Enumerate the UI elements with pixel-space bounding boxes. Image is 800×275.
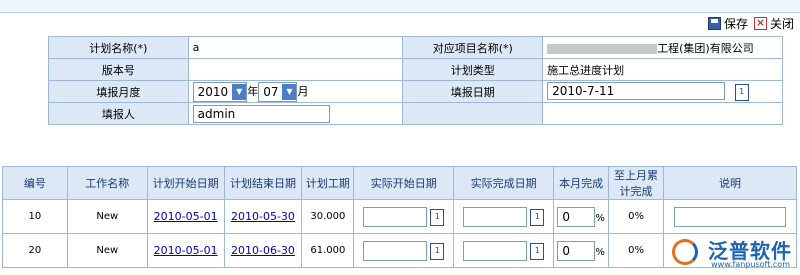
empty-value [542,102,783,125]
project-value: 工程(集团)有限公司 [542,36,783,59]
save-label: 保存 [723,16,748,31]
version-label: 版本号 [48,58,189,81]
row-id: 20 [2,233,68,268]
logo-mark-icon [672,239,698,265]
chevron-down-icon: ▼ [232,83,247,100]
version-value [187,58,404,81]
row-name: New [66,199,148,234]
row-actual-end: 1 [453,233,555,268]
month-done-input[interactable] [557,206,596,227]
col-header: 说明 [662,166,798,200]
project-value-text: 工程(集团)有限公司 [657,41,754,55]
calendar-icon[interactable]: 1 [530,209,545,226]
row-duration: 61.000 [301,233,355,268]
actual-end-input[interactable] [463,240,528,261]
row-month-done: % [553,199,610,234]
col-header: 工作名称 [66,166,148,200]
table-row: 10 New 2010-05-01 2010-05-30 30.000 1 1 … [2,199,798,234]
row-actual-start: 1 [353,233,455,268]
col-header: 本月完成 [553,166,610,200]
calendar-icon[interactable]: 1 [430,209,445,226]
month-suffix: 月 [297,84,309,98]
date-label: 填报日期 [402,80,544,103]
row-id: 10 [2,199,68,234]
year-value: 2010 [197,84,229,99]
calendar-icon[interactable]: 1 [430,243,445,260]
month-label: 填报月度 [48,80,189,103]
start-date-link[interactable]: 2010-05-01 [154,210,218,223]
close-icon: × [753,15,767,30]
project-label: 对应项目名称(*) [402,36,544,59]
table-header: 编号 工作名称 计划开始日期 计划结束日期 计划工期 实际开始日期 实际完成日期… [2,166,798,200]
row-name: New [66,233,148,268]
toolbar: 保存 × 关闭 [707,14,794,32]
redacted-block [547,43,658,54]
actual-end-input[interactable] [463,206,528,227]
close-button[interactable]: × 关闭 [753,15,794,32]
calendar-icon[interactable]: 1 [734,83,749,101]
percent-sign: % [595,246,605,258]
month-cell: 2010 ▼ 年 07 ▼ 月 [187,80,404,103]
reporter-cell [187,102,404,125]
col-header: 至上月累计完成 [608,166,664,200]
chevron-down-icon: ▼ [282,83,297,100]
month-select[interactable]: 07 ▼ [258,81,298,102]
col-header: 实际完成日期 [453,166,555,200]
plan-type-label: 计划类型 [402,58,544,81]
row-start: 2010-05-01 [146,233,225,268]
date-cell: 1 [542,80,783,103]
row-note [662,199,798,234]
row-actual-end: 1 [453,199,555,234]
end-date-link[interactable]: 2010-05-30 [231,210,295,223]
note-input[interactable] [673,206,786,227]
plan-name-label: 计划名称(*) [48,36,189,59]
percent-sign: % [595,212,605,224]
year-suffix: 年 [247,84,259,98]
row-cumulative: 0% [608,199,664,234]
year-select[interactable]: 2010 ▼ [192,81,248,102]
save-icon [707,16,721,30]
col-header: 实际开始日期 [353,166,455,200]
col-header: 计划开始日期 [146,166,225,200]
brand-logo: 泛普软件 www.fanpusoft.com [666,233,796,273]
date-input[interactable] [547,82,726,101]
save-button[interactable]: 保存 [707,15,748,32]
plan-form: 计划名称(*) a 对应项目名称(*) 工程(集团)有限公司 版本号 计划类型 … [48,36,783,125]
reporter-label: 填报人 [48,102,189,125]
reporter-input[interactable] [192,104,330,123]
month-done-input[interactable] [557,240,596,261]
calendar-icon[interactable]: 1 [530,243,545,260]
row-month-done: % [553,233,610,268]
row-end: 2010-05-30 [223,199,303,234]
plan-name-value: a [187,36,404,59]
logo-url: www.fanpusoft.com [711,260,790,269]
month-value: 07 [263,84,279,99]
col-header: 计划结束日期 [223,166,303,200]
row-cumulative: 0% [608,233,664,268]
empty-label [402,102,544,125]
row-start: 2010-05-01 [146,199,225,234]
row-actual-start: 1 [353,199,455,234]
start-date-link[interactable]: 2010-05-01 [154,244,218,257]
row-end: 2010-06-30 [223,233,303,268]
close-label: 关闭 [769,16,794,31]
actual-start-input[interactable] [363,206,428,227]
col-header: 计划工期 [301,166,355,200]
row-duration: 30.000 [301,199,355,234]
top-bar [0,0,800,13]
end-date-link[interactable]: 2010-06-30 [231,244,295,257]
actual-start-input[interactable] [363,240,428,261]
plan-type-value: 施工总进度计划 [542,58,783,81]
col-header: 编号 [2,166,68,200]
